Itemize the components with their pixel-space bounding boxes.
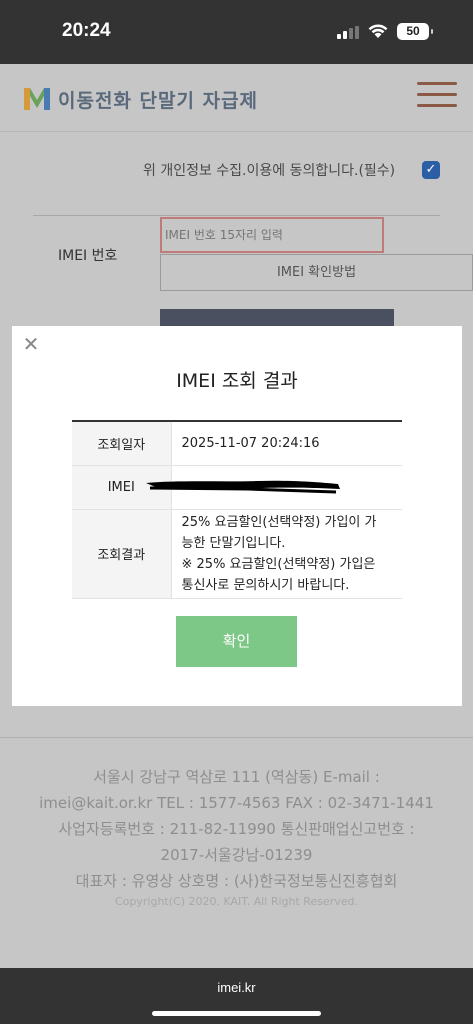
result-line: 통신사로 문의하시기 바랍니다. [181, 577, 350, 593]
footer-sales-number: 2017-서울강남-01239 [160, 846, 313, 864]
result-table: 조회일자 2025-11-07 20:24:16 IMEI 조회결과 25% 요… [72, 420, 402, 599]
site-header: 이동전화 단말기 자급제 [0, 64, 473, 132]
url-text[interactable]: imei.kr [0, 980, 473, 995]
confirm-button[interactable]: 확인 [176, 616, 297, 667]
close-icon[interactable]: ✕ [21, 334, 41, 354]
imei-label: IMEI 번호 [58, 248, 118, 264]
status-time: 20:24 [62, 20, 111, 41]
home-indicator[interactable] [152, 1011, 321, 1016]
modal-title: IMEI 조회 결과 [176, 370, 298, 392]
result-line: 25% 요금할인(선택약정) 가입이 가 [181, 514, 377, 530]
row-label-date: 조회일자 [72, 420, 172, 466]
logo-mark-icon [24, 88, 50, 110]
menu-icon[interactable] [417, 82, 457, 110]
wifi-icon [368, 24, 388, 38]
browser-url-bar: imei.kr [0, 968, 473, 1024]
imei-method-button[interactable]: IMEI 확인방법 [160, 254, 473, 291]
footer-address: 서울시 강남구 역삼로 111 (역삼동) E-mail : [93, 768, 380, 786]
divider [33, 215, 440, 216]
imei-result-modal: ✕ IMEI 조회 결과 조회일자 2025-11-07 20:24:16 IM… [12, 326, 462, 706]
consent-text: 위 개인정보 수집.이용에 동의합니다.(필수) [143, 163, 396, 179]
consent-checkbox[interactable]: ✓ [422, 161, 440, 179]
footer-copyright: Copyright(C) 2020. KAIT. All Right Reser… [115, 895, 358, 908]
footer-divider [0, 737, 473, 738]
footer-contact: imei@kait.or.kr TEL : 1577-4563 FAX : 02… [39, 794, 434, 812]
row-value-result: 25% 요금할인(선택약정) 가입이 가 능한 단말기입니다. ※ 25% 요금… [170, 508, 402, 599]
status-bar: 20:24 50 [0, 0, 473, 64]
row-value-date: 2025-11-07 20:24:16 [170, 420, 402, 466]
captcha-image [160, 309, 394, 327]
row-label-result: 조회결과 [72, 508, 172, 599]
result-line: 능한 단말기입니다. [181, 535, 286, 551]
footer-representative: 대표자 : 유영상 상호명 : (사)한국정보통신진흥협회 [75, 872, 398, 890]
table-row: 조회일자 2025-11-07 20:24:16 [72, 420, 402, 466]
cellular-signal-icon [337, 26, 359, 39]
site-footer: 서울시 강남구 역삼로 111 (역삼동) E-mail : imei@kait… [0, 764, 473, 910]
table-row: 조회결과 25% 요금할인(선택약정) 가입이 가 능한 단말기입니다. ※ 2… [72, 508, 402, 599]
imei-input[interactable] [160, 217, 384, 253]
redaction-scribble [146, 480, 340, 494]
result-line: ※ 25% 요금할인(선택약정) 가입은 [181, 556, 376, 572]
battery-icon: 50 [397, 23, 433, 40]
footer-business-number: 사업자등록번호 : 211-82-11990 통신판매업신고번호 : [58, 820, 415, 838]
logo-text[interactable]: 이동전화 단말기 자급제 [58, 86, 258, 113]
